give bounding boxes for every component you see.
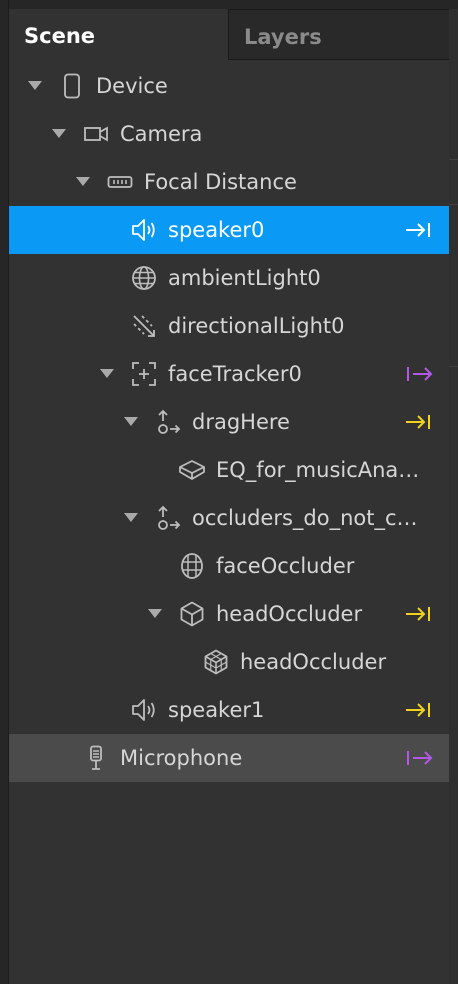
null-object-icon xyxy=(154,408,182,436)
patch-input-icon[interactable] xyxy=(403,698,435,722)
strip-mark xyxy=(449,366,458,367)
tree-row-drag-here[interactable]: dragHere xyxy=(9,398,449,446)
expand-arrow-icon[interactable] xyxy=(148,609,162,618)
tree-row-eq-music[interactable]: EQ_for_musicAna… xyxy=(9,446,449,494)
tree-label: headOccluder xyxy=(240,650,387,674)
panel-tabs: Scene Layers xyxy=(9,9,449,60)
tree-row-face-tracker[interactable]: faceTracker0 xyxy=(9,350,449,398)
tree-row-speaker1[interactable]: speaker1 xyxy=(9,686,449,734)
right-edge-strip xyxy=(449,9,458,984)
strip-mark xyxy=(449,159,458,160)
tree-row-device[interactable]: Device xyxy=(9,62,449,110)
tree-label: speaker0 xyxy=(168,218,265,242)
tree-label: faceTracker0 xyxy=(168,362,302,386)
ruler-icon xyxy=(106,168,134,196)
face-mesh-icon xyxy=(178,552,206,580)
speaker-icon xyxy=(130,216,158,244)
microphone-icon xyxy=(82,744,110,772)
camera-icon xyxy=(82,120,110,148)
tree-row-directional-light[interactable]: directionalLight0 xyxy=(9,302,449,350)
face-tracker-icon xyxy=(130,360,158,388)
tree-label: Device xyxy=(96,74,168,98)
plane-icon xyxy=(178,456,206,484)
tree-label: EQ_for_musicAna… xyxy=(216,458,420,482)
tree-row-ambient-light[interactable]: ambientLight0 xyxy=(9,254,449,302)
patch-input-icon[interactable] xyxy=(403,218,435,242)
patch-output-icon[interactable] xyxy=(403,362,435,386)
tree-label: faceOccluder xyxy=(216,554,355,578)
globe-icon xyxy=(130,264,158,292)
expand-arrow-icon[interactable] xyxy=(124,417,138,426)
tree-row-camera[interactable]: Camera xyxy=(9,110,449,158)
tree-label: headOccluder xyxy=(216,602,363,626)
expand-arrow-icon[interactable] xyxy=(28,81,42,90)
tree-label: ambientLight0 xyxy=(168,266,321,290)
tree-row-head-occluder-group[interactable]: headOccluder xyxy=(9,590,449,638)
tree-label: Camera xyxy=(120,122,203,146)
left-edge xyxy=(0,0,8,984)
phone-icon xyxy=(58,72,86,100)
tree-label: speaker1 xyxy=(168,698,265,722)
patch-input-icon[interactable] xyxy=(403,602,435,626)
tree-row-occluders[interactable]: occluders_do_not_c… xyxy=(9,494,449,542)
tree-row-focal-distance[interactable]: Focal Distance xyxy=(9,158,449,206)
expand-arrow-icon[interactable] xyxy=(76,177,90,186)
tree-label: Focal Distance xyxy=(144,170,297,194)
tree-row-face-occluder[interactable]: faceOccluder xyxy=(9,542,449,590)
speaker-icon xyxy=(130,696,158,724)
patch-input-icon[interactable] xyxy=(403,410,435,434)
tree-label: directionalLight0 xyxy=(168,314,345,338)
patch-output-icon[interactable] xyxy=(403,746,435,770)
cube-icon xyxy=(178,600,206,628)
strip-mark xyxy=(449,204,458,205)
expand-arrow-icon[interactable] xyxy=(52,129,66,138)
mesh-icon xyxy=(202,648,230,676)
directional-light-icon xyxy=(130,312,158,340)
tree-label: Microphone xyxy=(120,746,243,770)
tab-scene[interactable]: Scene xyxy=(9,9,228,60)
tree-row-speaker0[interactable]: speaker0 xyxy=(9,206,449,254)
tab-layers[interactable]: Layers xyxy=(228,9,449,60)
tree-label: occluders_do_not_c… xyxy=(192,506,418,530)
tree-row-microphone[interactable]: Microphone xyxy=(9,734,449,782)
tree-row-head-occluder-mesh[interactable]: headOccluder xyxy=(9,638,449,686)
tree-label: dragHere xyxy=(192,410,290,434)
null-object-icon xyxy=(154,504,182,532)
panel-top-bar xyxy=(9,0,458,9)
expand-arrow-icon[interactable] xyxy=(100,369,114,378)
expand-arrow-icon[interactable] xyxy=(124,513,138,522)
